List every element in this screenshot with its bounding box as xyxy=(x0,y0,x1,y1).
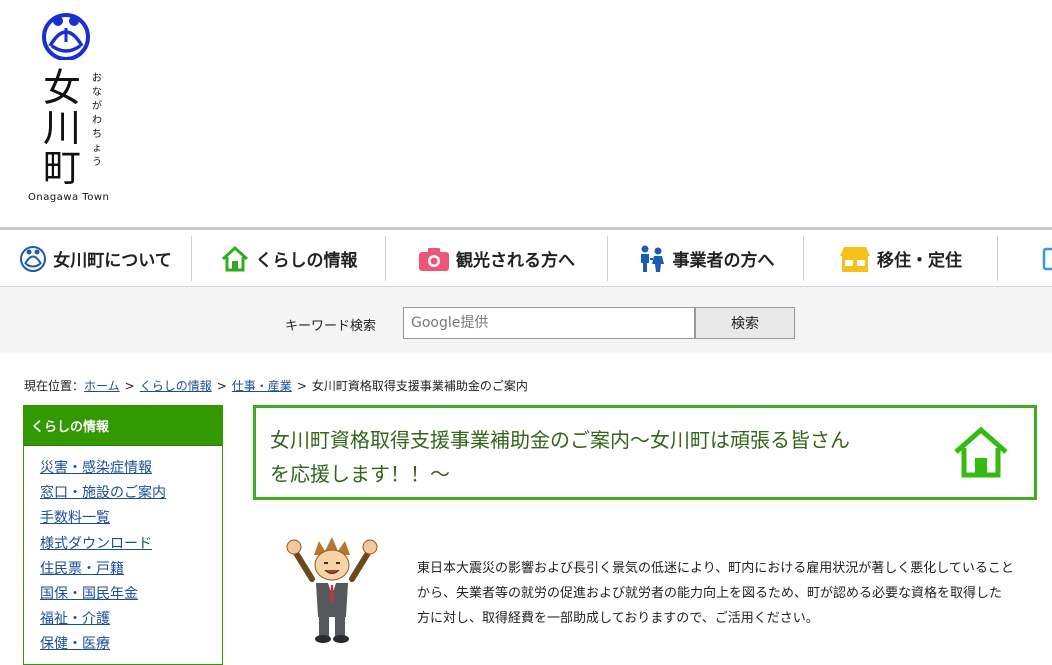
site-logo[interactable]: 女 川 町 お な が わ ち ょ う Onagawa Town xyxy=(26,12,122,212)
site-header: 女 川 町 お な が わ ち ょ う Onagawa Town xyxy=(0,0,1052,227)
nav-item-label: 移住・定住 xyxy=(877,251,962,271)
partial-icon xyxy=(1042,247,1052,270)
nav-item-label: 女川町について xyxy=(53,251,172,271)
logo-kana: お な が わ ち ょ う xyxy=(92,73,102,168)
page-title: 女川町資格取得支援事業補助金のご案内～女川町は頑張る皆さん を応援します！！～ xyxy=(270,423,910,491)
sidebar-link-residence[interactable]: 住民票・戸籍 xyxy=(40,561,124,577)
breadcrumb-prefix: 現在位置： xyxy=(24,379,85,393)
nav-item-label: くらしの情報 xyxy=(255,251,358,271)
sidebar-link-facilities[interactable]: 窓口・施設のご案内 xyxy=(40,485,166,501)
breadcrumb-separator: > xyxy=(124,379,135,393)
sidebar-item: 保健・医療 xyxy=(40,632,222,657)
town-emblem-icon xyxy=(42,13,90,60)
sidebar-link-disaster[interactable]: 災害・感染症情報 xyxy=(40,460,152,476)
sidebar-item: 様式ダウンロード xyxy=(40,532,222,557)
nav-item-business[interactable]: 事業者の方へ xyxy=(608,230,803,287)
sidebar-link-forms[interactable]: 様式ダウンロード xyxy=(40,536,152,552)
house-icon xyxy=(954,426,1008,478)
page-title-line1: 女川町資格取得支援事業補助金のご案内～女川町は頑張る皆さん xyxy=(270,428,850,452)
nav-item-tourism[interactable]: 観光される方へ xyxy=(386,230,607,287)
breadcrumb-link-home[interactable]: ホーム xyxy=(84,379,120,393)
breadcrumb-link-work[interactable]: 仕事・産業 xyxy=(232,379,292,393)
house-icon xyxy=(220,245,250,273)
search-input[interactable] xyxy=(403,307,695,339)
search-label: キーワード検索 xyxy=(285,319,377,334)
camera-icon xyxy=(418,246,450,272)
breadcrumb-link-living[interactable]: くらしの情報 xyxy=(140,379,212,393)
page-title-box: 女川町資格取得支援事業補助金のご案内～女川町は頑張る皆さん を応援します！！～ xyxy=(253,405,1037,500)
sidebar: くらしの情報 災害・感染症情報 窓口・施設のご案内 手数料一覧 様式ダウンロード… xyxy=(23,405,223,665)
nav-item-label: 観光される方へ xyxy=(456,251,575,271)
logo-kanji: 女 川 町 xyxy=(42,66,81,190)
page-title-line2: を応援します！！～ xyxy=(270,462,450,486)
breadcrumb: 現在位置：ホーム > くらしの情報 > 仕事・産業 > 女川町資格取得支援事業補助金のご案内 xyxy=(24,377,528,394)
breadcrumb-separator: > xyxy=(296,379,307,393)
sidebar-title: くらしの情報 xyxy=(24,406,222,446)
sidebar-link-welfare[interactable]: 福祉・介護 xyxy=(40,611,110,627)
intro-paragraph: 東日本大震災の影響および長引く景気の低迷により、町内における雇用状況が著しく悪化… xyxy=(417,556,1033,631)
people-icon xyxy=(637,244,667,274)
intro-line3: 方に対し、取得経費を一部助成しておりますので、ご活用ください。 xyxy=(417,611,819,626)
shop-icon xyxy=(839,245,871,273)
sidebar-link-health[interactable]: 保健・医療 xyxy=(40,636,110,652)
nav-item-living-info[interactable]: くらしの情報 xyxy=(192,230,385,287)
global-nav: 女川町について くらしの情報 観光される方へ 事業者の方へ 移住・定住 xyxy=(0,227,1052,287)
breadcrumb-separator: > xyxy=(216,379,227,393)
sidebar-link-insurance[interactable]: 国保・国民年金 xyxy=(40,586,138,602)
sidebar-item: 手数料一覧 xyxy=(40,506,222,531)
sidebar-item: 国保・国民年金 xyxy=(40,582,222,607)
cheering-man-illustration xyxy=(286,537,378,643)
sidebar-item: 災害・感染症情報 xyxy=(40,456,222,481)
search-button[interactable]: 検索 xyxy=(695,307,795,339)
nav-item-label: 事業者の方へ xyxy=(672,251,775,271)
sidebar-item: 住民票・戸籍 xyxy=(40,557,222,582)
sidebar-link-fees[interactable]: 手数料一覧 xyxy=(40,510,110,526)
sidebar-item: 福祉・介護 xyxy=(40,607,222,632)
search-bar: キーワード検索 検索 xyxy=(0,287,1052,353)
nav-item-relocation[interactable]: 移住・定住 xyxy=(804,230,997,287)
nav-divider xyxy=(997,236,998,281)
intro-line1: 東日本大震災の影響および長引く景気の低迷により、町内における雇用状況が著しく悪化… xyxy=(417,561,1014,576)
sidebar-item: 窓口・施設のご案内 xyxy=(40,481,222,506)
nav-item-about-town[interactable]: 女川町について xyxy=(0,230,191,287)
logo-english: Onagawa Town xyxy=(28,192,110,203)
sidebar-list: 災害・感染症情報 窓口・施設のご案内 手数料一覧 様式ダウンロード 住民票・戸籍… xyxy=(24,446,222,658)
breadcrumb-current: 女川町資格取得支援事業補助金のご案内 xyxy=(311,379,528,393)
intro-line2: から、失業者等の就労の促進および就労者の能力向上を図るため、町が認める必要な資格… xyxy=(417,586,1003,601)
nav-item-partial[interactable] xyxy=(1040,230,1052,287)
town-emblem-icon xyxy=(19,245,47,273)
